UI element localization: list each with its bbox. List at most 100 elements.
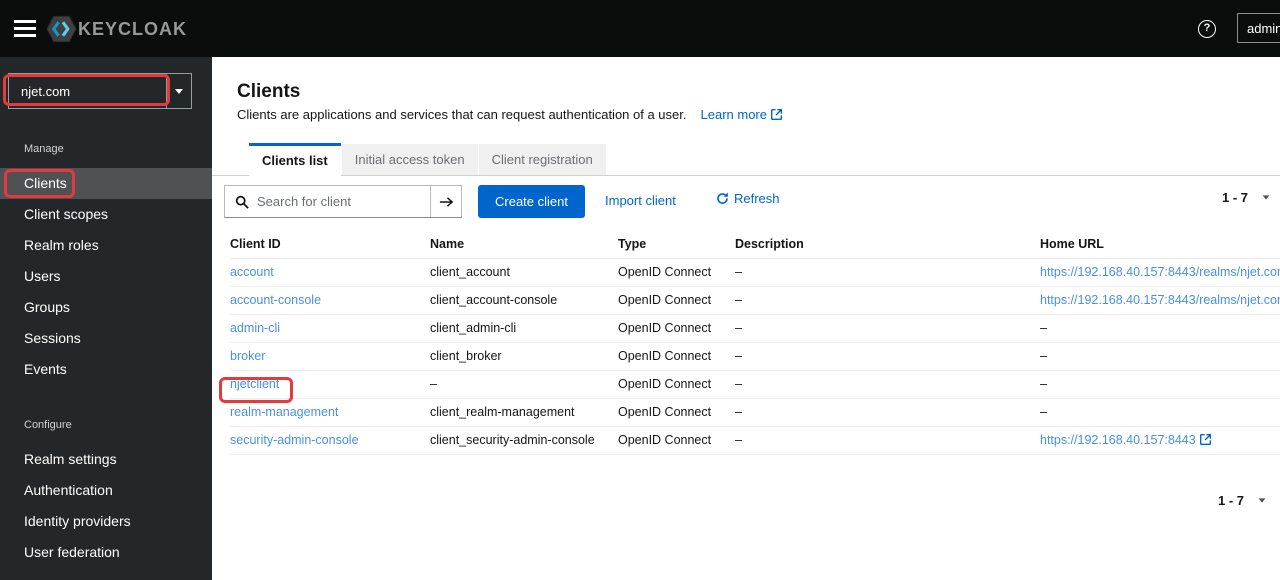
home-url-link[interactable]: https://192.168.40.157:8443/realms/njet.… [1040,265,1280,279]
column-header-client-id: Client ID [230,230,430,259]
home-url-cell: – [1040,314,1280,343]
refresh-icon [717,192,728,204]
sidebar-item-user-federation[interactable]: User federation [0,537,212,568]
client-id-link-admin-cli[interactable]: admin-cli [230,321,280,335]
table-row: realm-management client_realm-management O… [230,398,1280,427]
keycloak-hexagon-icon [46,15,77,43]
page-description-text: Clients are applications and services th… [237,107,687,122]
client-id-cell: security-admin-console [230,426,430,455]
table-row: admin-cli client_admin-cli OpenID Connect –… [230,314,1280,343]
realm-selector-caret-zone[interactable] [166,74,191,108]
realm-selector-value: njet.com [21,83,71,99]
table-row: broker client_broker OpenID Connect – – [230,342,1280,371]
arrow-right-icon [439,196,453,207]
table-row: account-console client_account-console Ope… [230,286,1280,315]
chevron-down-icon [1258,498,1266,503]
client-id-link-account[interactable]: account [230,265,274,279]
table-row: account client_account OpenID Connect – http… [230,258,1280,287]
clients-table-wrap: Client ID Name Type Description Home URL acc… [230,230,1280,464]
search-input[interactable] [255,187,423,216]
page-title: Clients [237,81,301,102]
tab-client-registration[interactable]: Client registration [478,144,606,175]
client-type-cell: OpenID Connect [618,370,735,399]
client-id-cell: broker [230,342,430,371]
client-type-cell: OpenID Connect [618,286,735,315]
search-submit-button[interactable] [430,186,461,217]
keycloak-logo[interactable]: KEYCLOAK [46,15,187,43]
sidebar-item-sessions[interactable]: Sessions [0,323,212,354]
user-menu[interactable]: admin [1237,13,1280,43]
client-id-link-njetclient[interactable]: njetclient [230,377,279,391]
pagination-top[interactable]: 1 - 7 [1222,190,1270,205]
client-type-cell: OpenID Connect [618,398,735,427]
client-name-cell: client_account [430,258,618,287]
top-bar: KEYCLOAK ? admin [0,0,1280,57]
import-client-link[interactable]: Import client [605,193,676,208]
sidebar-nav: Manage Clients Client scopes Realm roles Use… [0,109,212,568]
client-type-cell: OpenID Connect [618,426,735,455]
table-row: njetclient – OpenID Connect – – [230,370,1280,399]
pagination-range: 1 - 7 [1217,493,1244,508]
home-url-cell: – [1040,370,1280,399]
external-link-icon [1199,434,1211,445]
sidebar-item-identity-providers[interactable]: Identity providers [0,506,212,537]
client-type-cell: OpenID Connect [618,314,735,343]
column-header-type: Type [618,230,735,259]
refresh-link[interactable]: Refresh [716,191,780,206]
table-body: account client_account OpenID Connect – http… [230,258,1280,455]
client-description-cell: – [735,398,1040,427]
home-url-cell: https://192.168.40.157:8443 [1040,426,1280,455]
pagination-bottom[interactable]: 1 - 7 [1218,493,1266,508]
sidebar-item-authentication[interactable]: Authentication [0,475,212,506]
help-icon[interactable]: ? [1198,20,1216,38]
client-id-cell: account [230,258,430,287]
chevron-down-icon [175,88,183,94]
external-link-icon [770,109,782,120]
client-name-cell: client_realm-management [430,398,618,427]
client-id-link-account-console[interactable]: account-console [230,293,321,307]
main-content: Clients Clients are applications and ser… [212,57,1280,580]
client-description-cell: – [735,314,1040,343]
home-url-link[interactable]: https://192.168.40.157:8443 [1040,433,1196,447]
refresh-label: Refresh [734,191,780,206]
chevron-down-icon [1262,195,1270,200]
table-header-row: Client ID Name Type Description Home URL [230,230,1280,259]
create-client-button[interactable]: Create client [478,185,585,218]
hamburger-menu-icon[interactable] [14,20,36,41]
client-id-cell: njetclient [230,370,430,399]
sidebar-item-realm-settings[interactable]: Realm settings [0,444,212,475]
client-id-link-security-admin-console[interactable]: security-admin-console [230,433,359,447]
client-id-link-broker[interactable]: broker [230,349,265,363]
column-header-name: Name [430,230,618,259]
column-header-description: Description [735,230,1040,259]
sidebar: njet.com Manage Clients Client scopes Realm… [0,57,212,580]
nav-section-label: Configure [24,419,72,431]
logo-text: KEYCLOAK [78,18,188,39]
client-id-cell: realm-management [230,398,430,427]
sidebar-item-events[interactable]: Events [0,354,212,385]
client-type-cell: OpenID Connect [618,258,735,287]
tab-initial-access-token[interactable]: Initial access token [341,144,478,175]
pagination-range: 1 - 7 [1221,190,1248,205]
tab-bar: Clients list Initial access token Client r… [249,143,607,176]
client-id-link-realm-management[interactable]: realm-management [230,405,338,419]
home-url-cell: https://192.168.40.157:8443/realms/njet.… [1040,258,1280,287]
client-name-cell: client_admin-cli [430,314,618,343]
realm-selector[interactable]: njet.com [8,73,192,109]
home-url-cell: https://192.168.40.157:8443/realms/njet.… [1040,286,1280,315]
client-type-cell: OpenID Connect [618,342,735,371]
sidebar-item-clients[interactable]: Clients [0,168,212,199]
client-description-cell: – [735,370,1040,399]
sidebar-item-users[interactable]: Users [0,261,212,292]
learn-more-link[interactable]: Learn more [701,107,767,122]
nav-section-label: Manage [24,143,64,155]
tab-clients-list[interactable]: Clients list [249,143,341,176]
client-name-cell: client_security-admin-console [430,426,618,455]
home-url-cell: – [1040,342,1280,371]
sidebar-item-client-scopes[interactable]: Client scopes [0,199,212,230]
clients-table: Client ID Name Type Description Home URL acc… [230,230,1280,455]
search-icon [235,195,249,209]
home-url-link[interactable]: https://192.168.40.157:8443/realms/njet.… [1040,293,1280,307]
sidebar-item-realm-roles[interactable]: Realm roles [0,230,212,261]
sidebar-item-groups[interactable]: Groups [0,292,212,323]
